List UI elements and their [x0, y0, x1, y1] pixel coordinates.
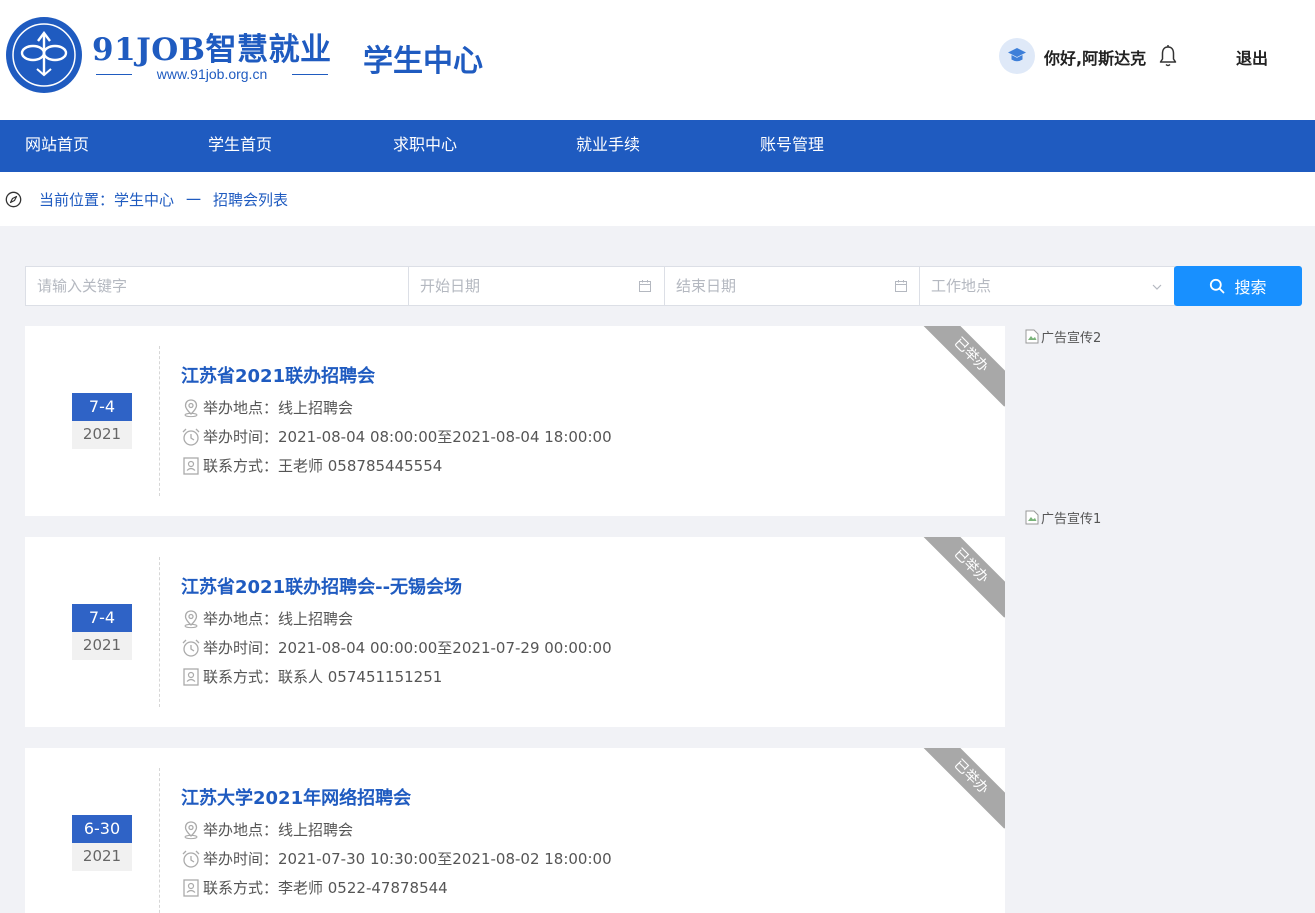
date-year: 2021 [72, 421, 132, 449]
avatar[interactable] [999, 38, 1035, 74]
location-pin-icon [184, 609, 198, 628]
end-date-input[interactable] [665, 267, 919, 305]
date-month-day: 7-4 [72, 393, 132, 421]
fair-time: 举办时间：2021-08-04 08:00:00至2021-08-04 18:0… [181, 426, 612, 447]
ad-alt-text: 广告宣传2 [1041, 331, 1102, 346]
ad-banner-1[interactable]: 广告宣传1 [1025, 508, 1101, 527]
search-button-label: 搜索 [1234, 278, 1267, 297]
date-year: 2021 [72, 632, 132, 660]
brand-url-line-left [96, 73, 132, 75]
compass-icon [5, 191, 22, 208]
fair-title[interactable]: 江苏大学2021年网络招聘会 [181, 784, 411, 810]
search-icon [1210, 278, 1225, 294]
location-select[interactable] [919, 266, 1175, 306]
fair-contact: 联系方式：联系人 057451151251 [181, 666, 442, 687]
keyword-input[interactable] [26, 267, 408, 305]
fair-title[interactable]: 江苏省2021联办招聘会--无锡会场 [181, 573, 462, 599]
breadcrumb: 当前位置：学生中心一招聘会列表 [0, 172, 1315, 226]
divider [159, 557, 160, 707]
status-ribbon: 已举办 [919, 748, 1005, 829]
logout-button[interactable]: 退出 [1236, 45, 1268, 69]
date-badge: 7-4 2021 [72, 604, 132, 660]
fair-card[interactable]: 6-30 2021 江苏大学2021年网络招聘会 举办地点：线上招聘会 举办时间… [25, 748, 1005, 913]
calendar-icon [639, 280, 651, 292]
location-pin-icon [184, 398, 198, 417]
fair-time: 举办时间：2021-07-30 10:30:00至2021-08-02 18:0… [181, 848, 612, 869]
fair-contact-text: 联系方式：李老师 0522-47878544 [203, 879, 448, 897]
nav-item-site-home[interactable]: 网站首页 [25, 120, 89, 172]
fair-time-text: 举办时间：2021-08-04 08:00:00至2021-08-04 18:0… [203, 428, 612, 446]
ad-alt-text: 广告宣传1 [1041, 512, 1102, 527]
broken-image-icon [1025, 329, 1039, 344]
breadcrumb-prefix: 当前位置： [39, 191, 115, 209]
breadcrumb-student-center[interactable]: 学生中心 [114, 189, 174, 210]
fair-contact: 联系方式：李老师 0522-47878544 [181, 877, 448, 898]
fair-contact-text: 联系方式：联系人 057451151251 [203, 668, 443, 686]
fair-title[interactable]: 江苏省2021联办招聘会 [181, 362, 375, 388]
start-date-field [408, 266, 665, 306]
brand-name: 91JOB智慧就业 [92, 32, 332, 68]
start-date-input[interactable] [409, 267, 664, 305]
date-badge: 6-30 2021 [72, 815, 132, 871]
user-greeting: 你好,阿斯达克 [1044, 49, 1147, 68]
keyword-field [25, 266, 409, 306]
location-input[interactable] [920, 267, 1174, 305]
brand-url-line-right [291, 73, 328, 75]
search-button[interactable]: 搜索 [1174, 266, 1302, 306]
end-date-field [664, 266, 920, 306]
date-year: 2021 [72, 843, 132, 871]
status-ribbon: 已举办 [919, 537, 1005, 618]
chevron-down-icon [1152, 284, 1162, 290]
notification-button[interactable] [1158, 44, 1178, 68]
date-month-day: 7-4 [72, 604, 132, 632]
broken-image-icon [1025, 510, 1039, 525]
status-ribbon: 已举办 [919, 326, 1005, 407]
graduation-cap-icon [1008, 48, 1026, 62]
logo-emblem[interactable] [6, 17, 82, 93]
logo-emblem-icon [12, 23, 76, 87]
alarm-clock-icon [182, 428, 200, 446]
breadcrumb-text: 当前位置：学生中心一招聘会列表 [39, 189, 288, 210]
nav-item-student-home[interactable]: 学生首页 [208, 120, 272, 172]
breadcrumb-separator: 一 [186, 191, 202, 209]
fair-location: 举办地点：线上招聘会 [181, 397, 353, 418]
contact-card-icon [183, 878, 199, 897]
fair-contact: 联系方式：王老师 058785445554 [181, 455, 442, 476]
fair-location: 举办地点：线上招聘会 [181, 819, 353, 840]
fair-contact-text: 联系方式：王老师 058785445554 [203, 457, 443, 475]
fair-card[interactable]: 7-4 2021 江苏省2021联办招聘会--无锡会场 举办地点：线上招聘会 举… [25, 537, 1005, 727]
fair-card[interactable]: 7-4 2021 江苏省2021联办招聘会 举办地点：线上招聘会 举办时间：20… [25, 326, 1005, 516]
fair-location-text: 举办地点：线上招聘会 [203, 610, 354, 628]
fair-location: 举办地点：线上招聘会 [181, 608, 353, 629]
calendar-icon [895, 280, 907, 292]
contact-card-icon [183, 667, 199, 686]
ad-banner-2[interactable]: 广告宣传2 [1025, 327, 1101, 346]
divider [159, 768, 160, 913]
bell-icon [1159, 45, 1177, 67]
nav-item-job-center[interactable]: 求职中心 [393, 120, 457, 172]
main-nav: 网站首页 学生首页 求职中心 就业手续 账号管理 [0, 120, 1315, 172]
contact-card-icon [183, 456, 199, 475]
header: 91JOB智慧就业 www.91job.org.cn 学生中心 你好,阿斯达克 … [0, 0, 1315, 120]
location-pin-icon [184, 820, 198, 839]
alarm-clock-icon [182, 850, 200, 868]
fair-time: 举办时间：2021-08-04 00:00:00至2021-07-29 00:0… [181, 637, 612, 658]
brand-url-row: www.91job.org.cn [96, 64, 328, 84]
date-month-day: 6-30 [72, 815, 132, 843]
divider [159, 346, 160, 496]
fair-time-text: 举办时间：2021-07-30 10:30:00至2021-08-02 18:0… [203, 850, 612, 868]
date-badge: 7-4 2021 [72, 393, 132, 449]
fair-location-text: 举办地点：线上招聘会 [203, 821, 354, 839]
fair-location-text: 举办地点：线上招聘会 [203, 399, 354, 417]
brand-url: www.91job.org.cn [156, 66, 268, 82]
nav-item-account[interactable]: 账号管理 [760, 120, 824, 172]
breadcrumb-fair-list[interactable]: 招聘会列表 [213, 189, 288, 210]
fair-time-text: 举办时间：2021-08-04 00:00:00至2021-07-29 00:0… [203, 639, 612, 657]
alarm-clock-icon [182, 639, 200, 657]
nav-item-employment-procedures[interactable]: 就业手续 [576, 120, 640, 172]
page-title: 学生中心 [363, 44, 483, 79]
